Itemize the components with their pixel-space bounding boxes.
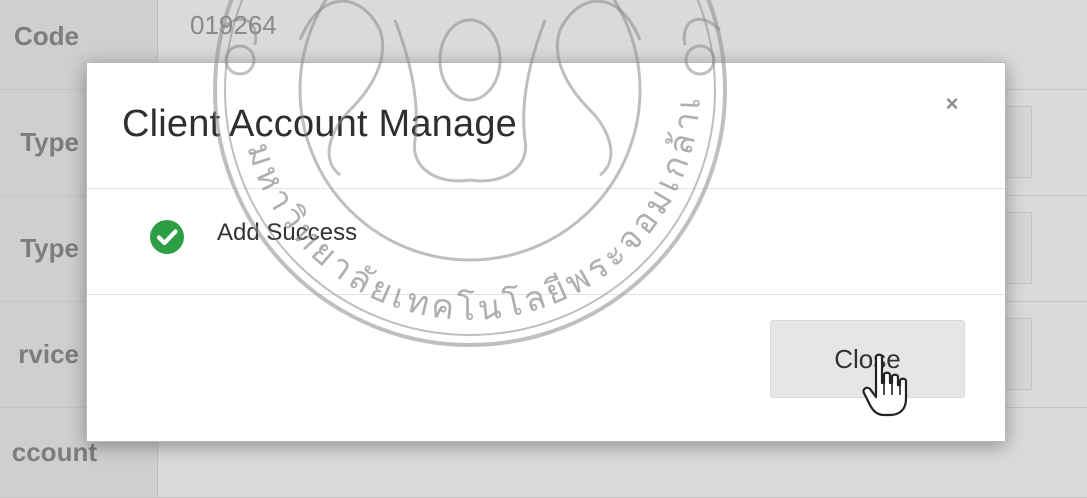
client-account-dialog: Client Account Manage × Add Success Clos… [86, 62, 1006, 442]
check-circle-icon [150, 220, 184, 254]
dialog-body: Add Success [87, 189, 1005, 295]
form-value-text: 019264 [190, 10, 277, 40]
close-icon[interactable]: × [937, 89, 967, 119]
screen: Code 019264 Type Type rvice ccount Clien… [0, 0, 1087, 498]
dialog-header: Client Account Manage × [87, 63, 1005, 189]
dialog-footer: Close [87, 295, 1005, 443]
hand-pointer-icon [862, 353, 908, 417]
success-message: Add Success [217, 219, 358, 246]
dialog-title: Client Account Manage [122, 103, 517, 145]
